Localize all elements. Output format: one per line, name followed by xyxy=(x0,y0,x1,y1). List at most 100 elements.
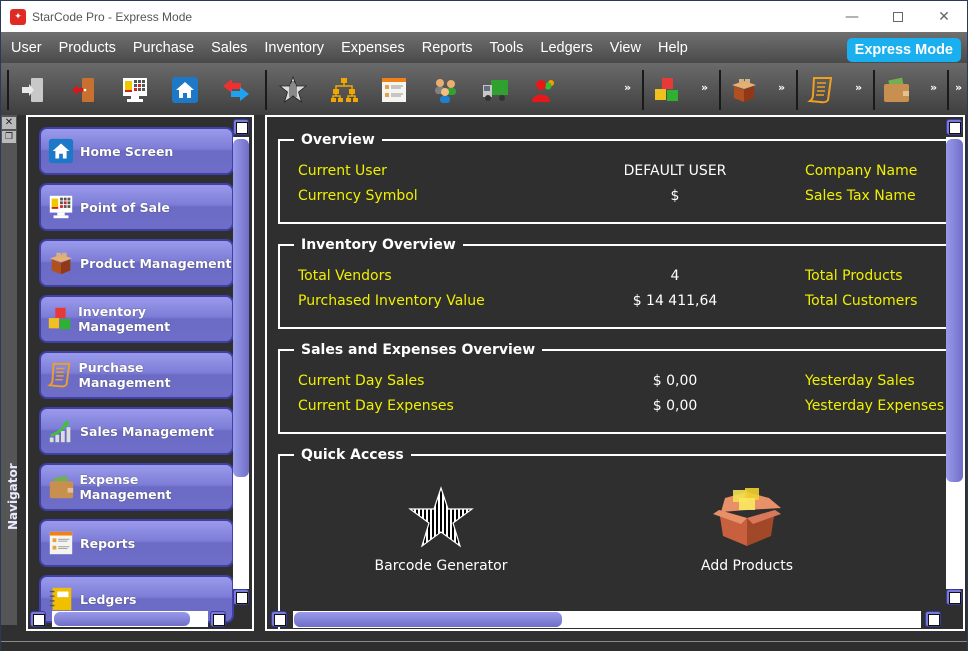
navigator-dock-strip: ✕ ❐ Navigator xyxy=(1,115,20,625)
nav-label: Purchase Management xyxy=(78,360,171,390)
nav-label: Reports xyxy=(80,535,136,551)
home-icon xyxy=(48,138,74,164)
dock-float-button[interactable]: ❐ xyxy=(2,131,16,143)
report-form-button[interactable] xyxy=(376,72,412,108)
toolbar-overflow-button[interactable]: » xyxy=(930,81,937,94)
total-customers-label: Total Customers xyxy=(805,293,918,309)
toolbar-overflow-button[interactable]: » xyxy=(955,81,962,94)
menu-sales[interactable]: Sales xyxy=(203,34,255,62)
current-day-sales-value: $ 0,00 xyxy=(652,373,698,389)
home-icon xyxy=(172,77,198,103)
overview-group: Overview Current User DEFAULT USER Compa… xyxy=(278,130,953,224)
menu-purchase[interactable]: Purchase xyxy=(125,34,202,62)
barcode-generator-button[interactable] xyxy=(275,72,311,108)
menu-help[interactable]: Help xyxy=(650,34,696,62)
menu-products[interactable]: Products xyxy=(51,34,124,62)
menu-ledgers[interactable]: Ledgers xyxy=(532,34,600,62)
hierarchy-icon xyxy=(331,78,358,102)
nav-purchase-management[interactable]: Purchase Management xyxy=(39,351,234,399)
report-form-icon xyxy=(382,78,406,102)
nav-label: Ledgers xyxy=(80,591,137,607)
add-products-shortcut[interactable]: Add Products xyxy=(667,486,827,574)
total-vendors-label: Total Vendors xyxy=(298,268,392,284)
toolbar-overflow-button[interactable]: » xyxy=(701,81,708,94)
product-button[interactable] xyxy=(726,72,762,108)
switch-button[interactable] xyxy=(218,72,254,108)
close-button[interactable]: ✕ xyxy=(921,1,967,32)
close-icon: ✕ xyxy=(4,117,14,128)
menu-expenses[interactable]: Expenses xyxy=(333,34,413,62)
nav-home-screen[interactable]: Home Screen xyxy=(39,127,234,175)
product-box-icon xyxy=(732,79,756,102)
menu-user[interactable]: User xyxy=(2,34,50,62)
nav-expense-management[interactable]: Expense Management xyxy=(39,463,234,511)
nav-point-of-sale[interactable]: Point of Sale xyxy=(39,183,234,231)
minimize-button[interactable]: — xyxy=(829,1,875,32)
hierarchy-button[interactable] xyxy=(326,72,362,108)
delivery-button[interactable] xyxy=(477,72,513,108)
company-name-label: Company Name xyxy=(805,163,918,179)
nav-scroll-right-button[interactable] xyxy=(210,611,226,627)
purchase-button[interactable] xyxy=(803,72,839,108)
main-vertical-scrollbar[interactable] xyxy=(946,137,963,589)
nav-horizontal-scrollbar[interactable] xyxy=(52,611,208,627)
logout-button[interactable] xyxy=(66,72,102,108)
toolbar-overflow-button[interactable]: » xyxy=(855,81,862,94)
maximize-icon xyxy=(893,11,903,22)
dock-close-button[interactable]: ✕ xyxy=(2,117,16,129)
minimize-icon: — xyxy=(845,8,859,25)
toolbar-overflow-button[interactable]: » xyxy=(778,81,785,94)
main-horizontal-scrollbar[interactable] xyxy=(293,611,921,628)
nav-sales-management[interactable]: Sales Management xyxy=(39,407,234,455)
nav-label: Home Screen xyxy=(80,143,174,159)
purchased-inventory-value: $ 14 411,64 xyxy=(632,293,718,309)
expense-button[interactable] xyxy=(878,72,914,108)
main-scroll-left-button[interactable] xyxy=(271,611,287,627)
users-button[interactable] xyxy=(427,72,463,108)
customers-button[interactable] xyxy=(526,72,562,108)
nav-horizontal-scroll-thumb[interactable] xyxy=(54,612,190,626)
navigator-list: Home Screen Point of Sale Product Manage… xyxy=(39,127,234,629)
toolbar-separator xyxy=(796,70,798,110)
main-scroll-up-button[interactable] xyxy=(946,119,962,135)
users-icon xyxy=(435,79,456,103)
maximize-button[interactable] xyxy=(875,1,921,32)
nav-scroll-down-button[interactable] xyxy=(233,589,249,605)
main-horizontal-scroll-thumb[interactable] xyxy=(294,612,562,627)
home-button[interactable] xyxy=(167,72,203,108)
menu-reports[interactable]: Reports xyxy=(414,34,481,62)
nav-vertical-scroll-thumb[interactable] xyxy=(233,139,249,477)
nav-product-management[interactable]: Product Management xyxy=(39,239,234,287)
main-vertical-scroll-thumb[interactable] xyxy=(946,139,963,482)
inventory-button[interactable] xyxy=(649,72,685,108)
main-scroll-right-button[interactable] xyxy=(925,611,941,627)
inventory-boxes-icon xyxy=(655,78,678,101)
nav-vertical-scrollbar[interactable] xyxy=(233,137,249,589)
nav-scroll-up-button[interactable] xyxy=(233,119,249,135)
logout-icon xyxy=(72,78,94,102)
toolbar-overflow-button[interactable]: » xyxy=(624,81,631,94)
current-day-sales-label: Current Day Sales xyxy=(298,373,425,389)
restore-icon: ❐ xyxy=(4,132,14,142)
inventory-overview-group: Inventory Overview Total Vendors 4 Total… xyxy=(278,235,953,329)
main-scroll-down-button[interactable] xyxy=(946,589,962,605)
navigator-panel: Home Screen Point of Sale Product Manage… xyxy=(26,115,254,631)
menu-view[interactable]: View xyxy=(602,34,649,62)
nav-label: Expense Management xyxy=(79,472,172,502)
menu-tools[interactable]: Tools xyxy=(482,34,532,62)
currency-symbol-label: Currency Symbol xyxy=(298,188,418,204)
current-user-value: DEFAULT USER xyxy=(623,163,727,179)
point-of-sale-button[interactable] xyxy=(117,72,153,108)
nav-inventory-management[interactable]: Inventory Management xyxy=(39,295,234,343)
barcode-generator-shortcut[interactable]: Barcode Generator xyxy=(361,486,521,574)
report-form-icon xyxy=(49,531,73,555)
login-button[interactable] xyxy=(16,72,52,108)
nav-reports[interactable]: Reports xyxy=(39,519,234,567)
barcode-star-icon xyxy=(278,75,308,103)
toolbar-separator xyxy=(7,70,9,110)
express-mode-badge[interactable]: Express Mode xyxy=(846,38,961,62)
menu-inventory[interactable]: Inventory xyxy=(256,34,332,62)
navigator-tab[interactable]: Navigator xyxy=(6,463,20,530)
menu-bar: User Products Purchase Sales Inventory E… xyxy=(1,32,967,63)
nav-scroll-left-button[interactable] xyxy=(30,611,46,627)
